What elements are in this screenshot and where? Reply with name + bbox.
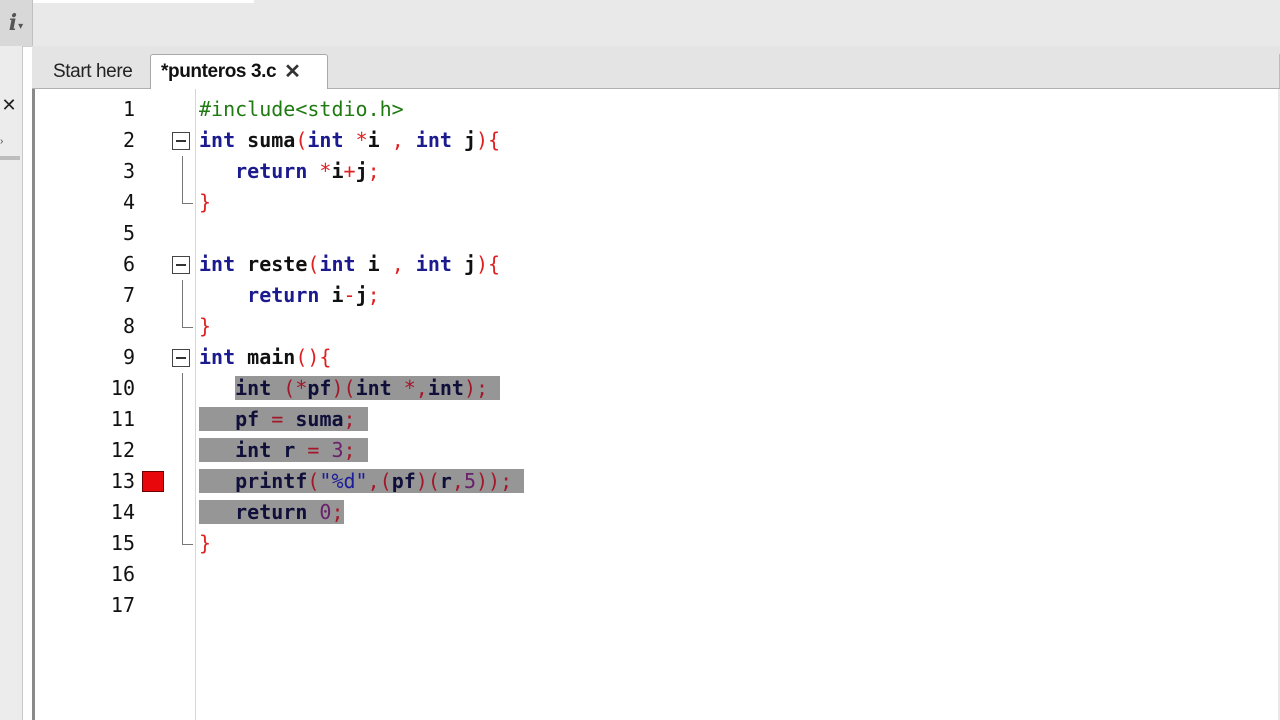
code-line[interactable]: 14 return 0; <box>35 497 1275 528</box>
code-line[interactable]: 6 int reste(int i , int j){ <box>35 249 1275 280</box>
code-line[interactable]: 17 <box>35 590 1275 621</box>
fold-guide <box>182 435 183 466</box>
code-text: return *i+j; <box>235 159 380 183</box>
line-number: 17 <box>110 593 135 617</box>
close-tab-icon[interactable]: ✕ <box>284 62 301 82</box>
fold-guide <box>182 497 183 528</box>
code-line[interactable]: 10 int (*pf)(int *,int); <box>35 373 1275 404</box>
editor-tab-bar: Start here *punteros 3.c ✕ <box>32 46 1280 89</box>
code-line[interactable]: 13 printf("%d",(pf)(r,5)); <box>35 466 1275 497</box>
fold-guide <box>182 404 183 435</box>
code-text: return 0; <box>199 497 344 528</box>
info-icon-dropdown: ▾ <box>18 20 24 32</box>
fold-end-guide <box>182 528 193 545</box>
fold-guide <box>182 280 183 311</box>
line-number: 5 <box>122 221 135 245</box>
line-number: 15 <box>110 531 135 555</box>
line-number: 4 <box>122 190 135 214</box>
toolbar-divider <box>32 0 254 3</box>
fold-collapse-icon[interactable] <box>172 132 190 150</box>
top-toolbar: i ▾ <box>0 0 1280 47</box>
code-line[interactable]: 3 return *i+j; <box>35 156 1275 187</box>
code-text: printf("%d",(pf)(r,5)); <box>199 466 525 497</box>
breakpoint-marker[interactable] <box>142 471 164 492</box>
code-text: int (*pf)(int *,int); <box>199 373 501 404</box>
close-panel-icon[interactable]: ✕ <box>0 94 18 116</box>
fold-collapse-icon[interactable] <box>172 256 190 274</box>
code-text: pf = suma; <box>199 404 368 435</box>
info-icon[interactable]: i ▾ <box>0 0 33 46</box>
panel-scrollbar[interactable] <box>0 156 20 160</box>
tab-label: *punteros 3.c <box>161 61 277 82</box>
line-number: 13 <box>110 469 135 493</box>
fold-guide <box>182 156 183 187</box>
code-text: int suma(int *i , int j){ <box>199 128 501 152</box>
line-number: 14 <box>110 500 135 524</box>
left-dock-panel: ✕ › <box>0 46 23 720</box>
line-number: 7 <box>122 283 135 307</box>
tab-label: Start here <box>53 60 133 82</box>
code-line[interactable]: 5 <box>35 218 1275 249</box>
line-number: 10 <box>110 376 135 400</box>
line-number: 9 <box>122 345 135 369</box>
code-line[interactable]: 12 int r = 3; <box>35 435 1275 466</box>
tab-start-here[interactable]: Start here <box>43 56 157 87</box>
code-editor[interactable]: 1 #include<stdio.h> 2 int suma(int *i , … <box>32 89 1280 720</box>
code-text: } <box>199 190 212 214</box>
line-number: 2 <box>122 128 135 152</box>
code-text: return i-j; <box>247 283 380 307</box>
code-line[interactable]: 1 #include<stdio.h> <box>35 94 1275 125</box>
code-line[interactable]: 15 } <box>35 528 1275 559</box>
line-number: 1 <box>122 97 135 121</box>
chevron-right-icon[interactable]: › <box>0 136 10 150</box>
fold-end-guide <box>182 311 193 328</box>
code-text: int main(){ <box>199 345 332 369</box>
line-number: 8 <box>122 314 135 338</box>
line-number: 6 <box>122 252 135 276</box>
line-number: 11 <box>110 407 135 431</box>
code-line[interactable]: 9 int main(){ <box>35 342 1275 373</box>
line-number: 12 <box>110 438 135 462</box>
code-text: } <box>199 314 212 338</box>
code-line[interactable]: 8 } <box>35 311 1275 342</box>
code-text: int reste(int i , int j){ <box>199 252 501 276</box>
code-line[interactable]: 11 pf = suma; <box>35 404 1275 435</box>
fold-collapse-icon[interactable] <box>172 349 190 367</box>
code-line[interactable]: 7 return i-j; <box>35 280 1275 311</box>
fold-guide <box>182 373 183 404</box>
fold-guide <box>182 466 183 497</box>
line-number: 3 <box>122 159 135 183</box>
line-number: 16 <box>110 562 135 586</box>
code-line[interactable]: 4 } <box>35 187 1275 218</box>
info-icon-glyph: i <box>8 10 18 36</box>
code-line[interactable]: 16 <box>35 559 1275 590</box>
code-text: } <box>199 531 212 555</box>
code-line[interactable]: 2 int suma(int *i , int j){ <box>35 125 1275 156</box>
tab-punteros-3-c[interactable]: *punteros 3.c ✕ <box>150 54 328 89</box>
code-text: #include<stdio.h> <box>199 97 404 121</box>
fold-end-guide <box>182 187 193 204</box>
code-text: int r = 3; <box>199 435 368 466</box>
